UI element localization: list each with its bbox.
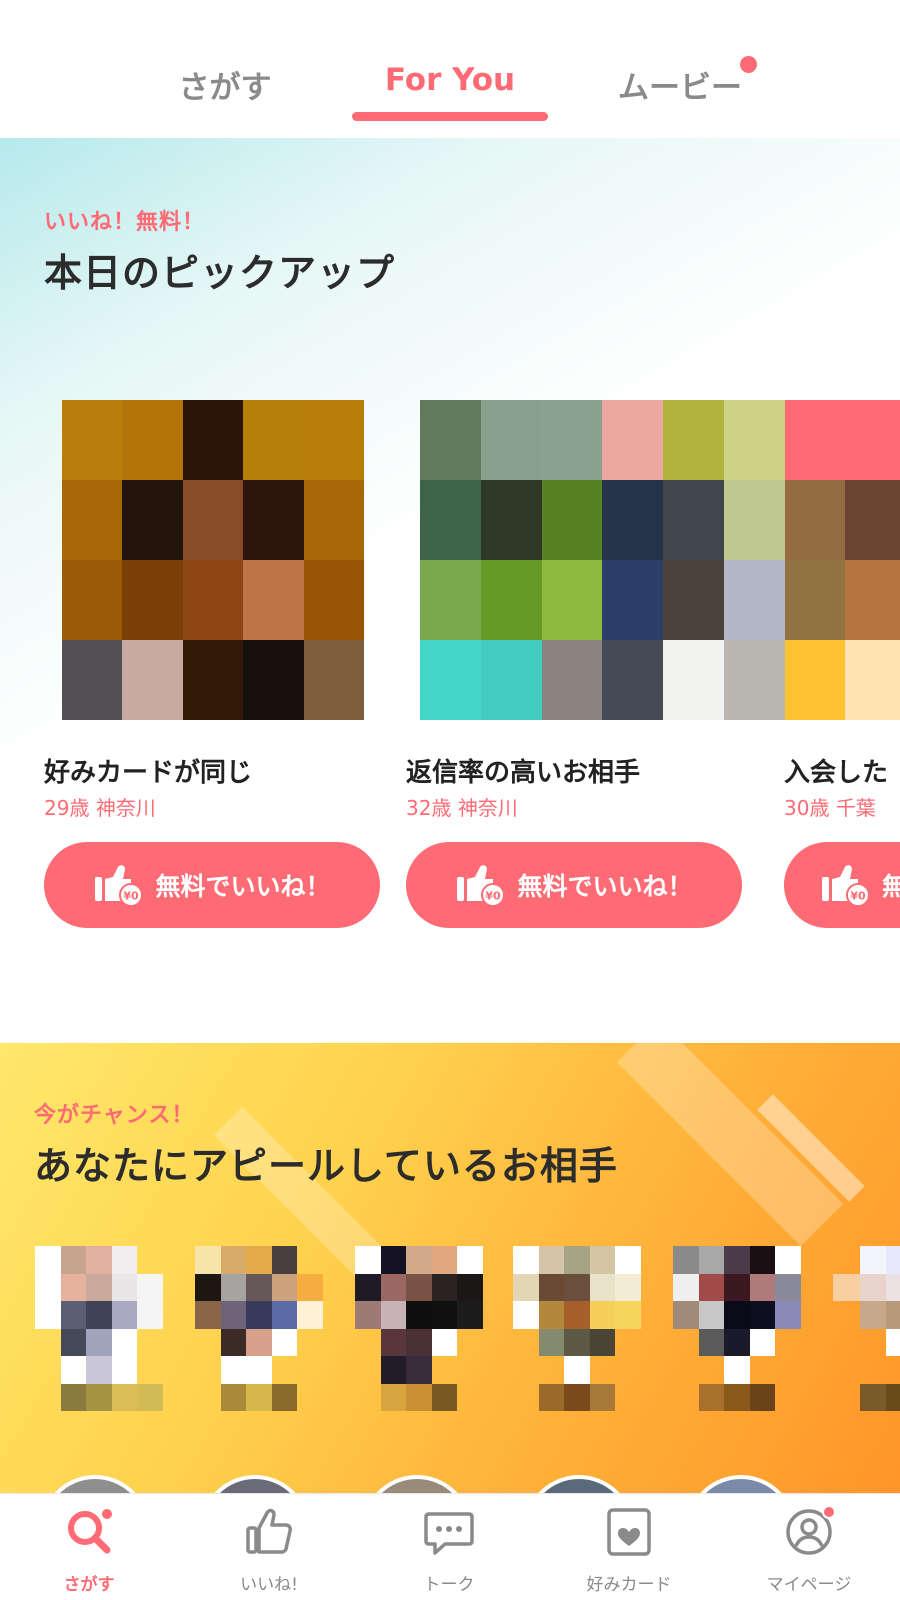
top-tab-bar: さがす For You ムービー: [0, 0, 900, 138]
free-like-label: 無: [882, 872, 900, 901]
free-like-label: 無料でいいね！: [517, 872, 693, 901]
search-icon: [68, 1507, 114, 1554]
nav-item-talk[interactable]: トーク: [374, 1504, 524, 1595]
nav-item-preference-cards[interactable]: 好みカード: [554, 1504, 704, 1595]
movie-notification-dot: [740, 56, 757, 73]
card-meta: 30歳 千葉: [784, 792, 876, 821]
card-age: 29歳: [44, 796, 90, 820]
appeal-user-thumb[interactable]: [355, 1246, 483, 1411]
nav-label: 好みカード: [586, 1575, 672, 1595]
thumbs-up-yen-icon: ¥0: [457, 865, 506, 907]
button-badge: ¥0: [486, 890, 502, 903]
card-headline: 好みカードが同じ: [44, 758, 253, 788]
heart-card-icon: [607, 1508, 651, 1556]
tab-for-you[interactable]: For You: [352, 62, 548, 98]
profile-icon: [786, 1505, 836, 1555]
nav-item-sagasu[interactable]: さがす: [14, 1504, 164, 1595]
appeal-user-thumb[interactable]: [195, 1246, 323, 1411]
nav-badge-dot: [100, 1507, 114, 1521]
pickup-title: 本日のピックアップ: [44, 251, 396, 295]
card-age: 30歳: [784, 796, 830, 820]
appeal-avatar-row: [35, 1246, 900, 1411]
app-screen: さがす For You ムービー いいね！無料！ 本日のピックアップ 好みカード…: [0, 0, 900, 1600]
free-like-button[interactable]: ¥0 無料でいいね！: [406, 842, 742, 928]
card-age: 32歳: [406, 796, 452, 820]
appeal-title: あなたにアピールしているお相手: [34, 1144, 618, 1188]
bottom-nav-bar: さがす いいね! トーク 好みカード マイページ: [0, 1493, 900, 1600]
appeal-user-thumb[interactable]: [35, 1246, 163, 1411]
profile-photo-pixelated[interactable]: [62, 400, 364, 720]
button-badge: ¥0: [850, 890, 866, 903]
thumbs-up-icon: [246, 1508, 292, 1554]
appeal-sub-label: 今がチャンス！: [34, 1103, 195, 1128]
pickup-section: いいね！無料！ 本日のピックアップ 好みカードが同じ 29歳 神奈川 ¥0 無料…: [0, 138, 900, 1038]
free-like-button[interactable]: ¥0 無料でいいね！: [44, 842, 380, 928]
nav-label: マイページ: [766, 1575, 852, 1595]
nav-badge-dot: [822, 1505, 836, 1519]
appeal-user-thumb[interactable]: [513, 1246, 641, 1411]
chat-bubble-icon: [424, 1512, 474, 1555]
free-like-button[interactable]: ¥0 無: [784, 842, 900, 928]
appeal-section: 今がチャンス！ あなたにアピールしているお相手: [0, 1043, 900, 1503]
appeal-user-thumb[interactable]: [673, 1246, 801, 1411]
tab-sagasu[interactable]: さがす: [160, 62, 290, 107]
pickup-card[interactable]: 入会した 30歳 千葉 ¥0 無: [784, 400, 900, 940]
card-meta: 29歳 神奈川: [44, 792, 156, 821]
card-location: 神奈川: [457, 796, 518, 820]
thumbs-up-yen-icon: ¥0: [95, 865, 144, 907]
button-badge: ¥0: [124, 890, 140, 903]
active-tab-indicator: [352, 112, 548, 121]
card-meta: 32歳 神奈川: [406, 792, 518, 821]
card-location: 千葉: [835, 796, 876, 820]
tab-movie[interactable]: ムービー: [600, 62, 760, 107]
appeal-user-thumb[interactable]: [833, 1246, 900, 1411]
pickup-sub-label: いいね！無料！: [44, 210, 206, 235]
nav-label: さがす: [63, 1575, 115, 1595]
nav-item-likes[interactable]: いいね!: [194, 1504, 344, 1595]
thumbs-up-yen-icon: ¥0: [822, 865, 870, 907]
card-headline: 返信率の高いお相手: [406, 758, 641, 788]
card-headline: 入会した: [784, 758, 889, 788]
nav-label: いいね!: [240, 1575, 298, 1595]
nav-label: トーク: [423, 1575, 475, 1595]
card-location: 神奈川: [95, 796, 156, 820]
free-like-label: 無料でいいね！: [155, 872, 331, 901]
nav-item-mypage[interactable]: マイページ: [734, 1504, 884, 1595]
